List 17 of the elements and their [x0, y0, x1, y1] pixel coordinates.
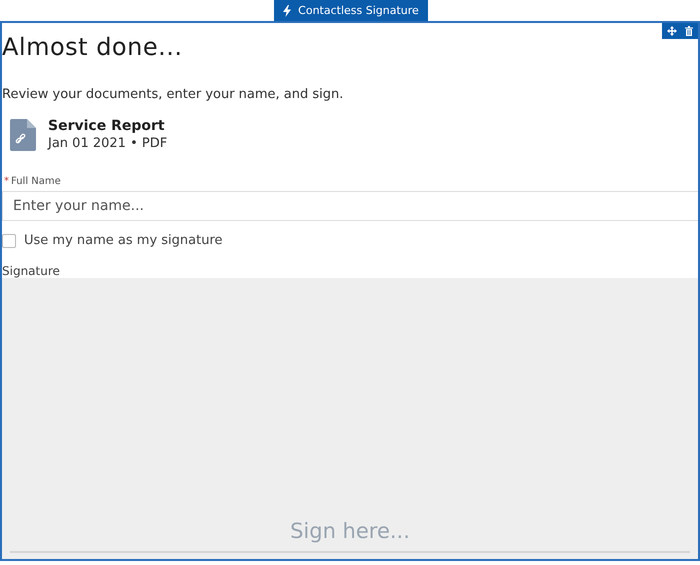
instructions-text: Review your documents, enter your name, and sign.: [2, 87, 344, 102]
checkbox-label[interactable]: Use my name as my signature: [24, 233, 223, 248]
delete-icon[interactable]: [685, 26, 693, 36]
move-icon[interactable]: [667, 26, 677, 36]
page-heading: Almost done...: [2, 33, 184, 61]
lightning-icon: [283, 4, 292, 16]
document-link-icon[interactable]: [10, 118, 36, 150]
tab-label: Contactless Signature: [298, 4, 419, 17]
document-meta: Jan 01 2021 • PDF: [48, 136, 168, 151]
component-tab[interactable]: Contactless Signature: [274, 0, 428, 21]
checkbox[interactable]: [2, 234, 16, 248]
required-marker: *: [4, 176, 9, 187]
name-input-field[interactable]: Enter your name...: [2, 191, 698, 221]
field-label: Signature: [2, 264, 61, 278]
signature-placeholder: Sign here...: [290, 519, 410, 543]
field-label: Full Name: [11, 176, 61, 187]
document-title[interactable]: Service Report: [48, 118, 168, 134]
